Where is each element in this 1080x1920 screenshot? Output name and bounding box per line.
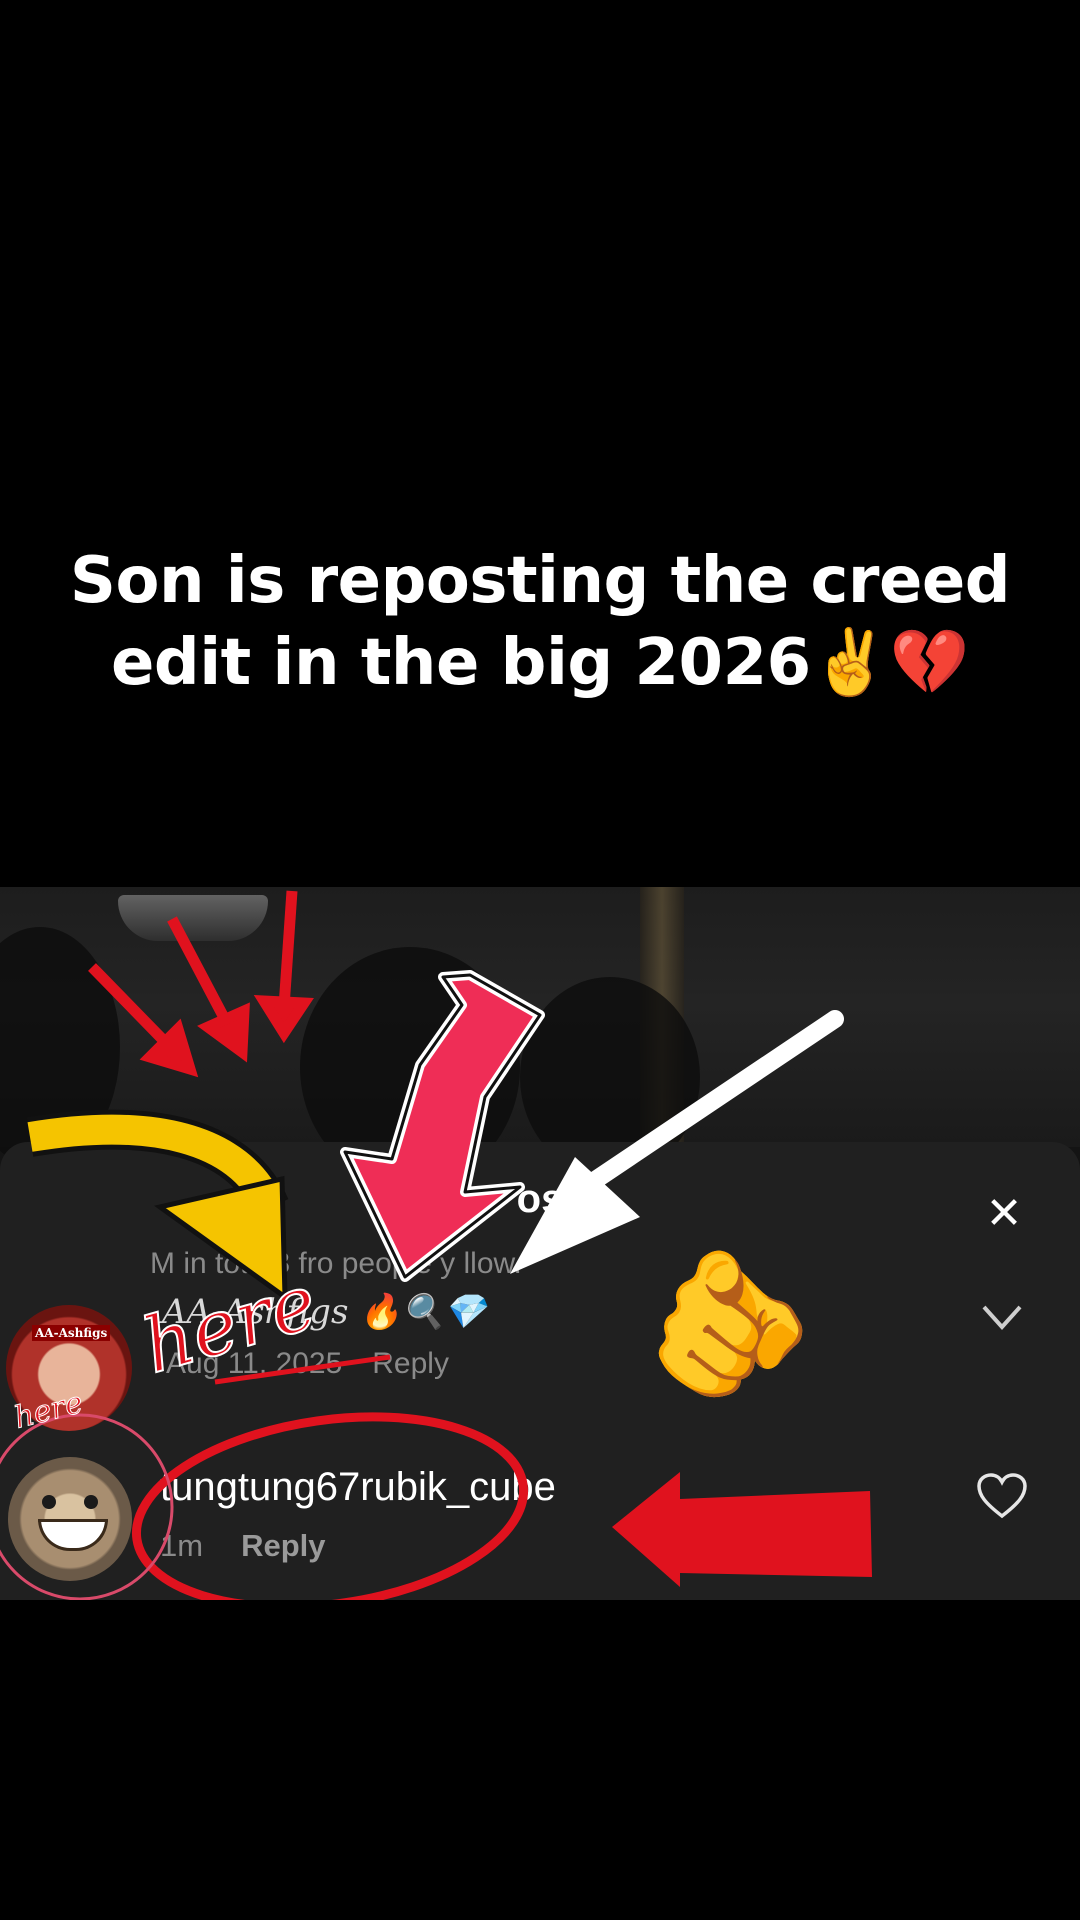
background-video-still — [0, 887, 1080, 1187]
avatar-tag-text: AA-Ashfigs — [32, 1325, 111, 1341]
pointing-hand-emoji: 🫵 — [627, 1229, 827, 1414]
chevron-down-icon[interactable] — [978, 1297, 1026, 1337]
avatar[interactable] — [8, 1457, 132, 1581]
video-caption: Son is reposting the creed edit in the b… — [60, 540, 1020, 704]
video-frame: Son is reposting the creed edit in the b… — [0, 0, 1080, 1920]
caption-line-1: Son is reposting the creed — [69, 544, 1011, 618]
avatar-grin — [38, 1519, 108, 1551]
avatar-eye — [84, 1495, 98, 1509]
avatar-eye — [42, 1495, 56, 1509]
ceiling-lamp — [118, 895, 268, 941]
silhouette — [0, 927, 120, 1167]
comment-meta: 1m Reply — [160, 1528, 326, 1564]
comment-time: 1m — [160, 1528, 204, 1563]
embedded-screenshot: os ✕ M in tot 28 fro people y llow. AA-A… — [0, 887, 1080, 1600]
reply-button[interactable]: Reply — [241, 1528, 325, 1563]
reply-button[interactable]: Reply — [372, 1347, 449, 1380]
sheet-title: os — [516, 1177, 564, 1221]
caption-line-2: edit in the big 2026✌️💔 — [111, 626, 970, 700]
comment-username[interactable]: tungtung67rubik_cube — [160, 1465, 556, 1510]
close-icon[interactable]: ✕ — [980, 1190, 1028, 1238]
heart-icon[interactable] — [975, 1471, 1029, 1521]
